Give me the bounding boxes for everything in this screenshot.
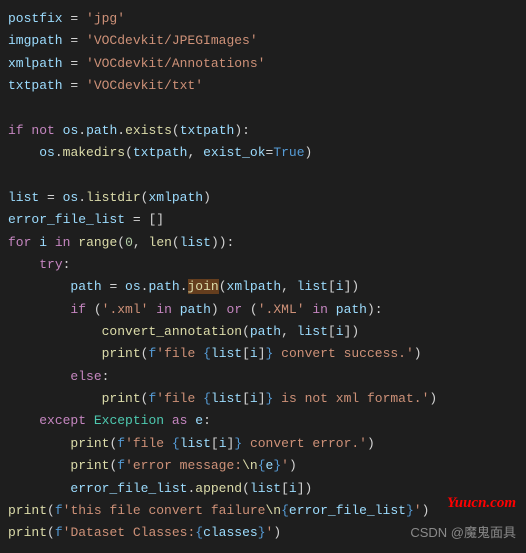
watermark-gray: CSDN @魔鬼面具 <box>410 522 516 544</box>
code-block: postfix = 'jpg' imgpath = 'VOCdevkit/JPE… <box>8 8 526 545</box>
watermark-red: Yuucn.com <box>447 491 516 517</box>
